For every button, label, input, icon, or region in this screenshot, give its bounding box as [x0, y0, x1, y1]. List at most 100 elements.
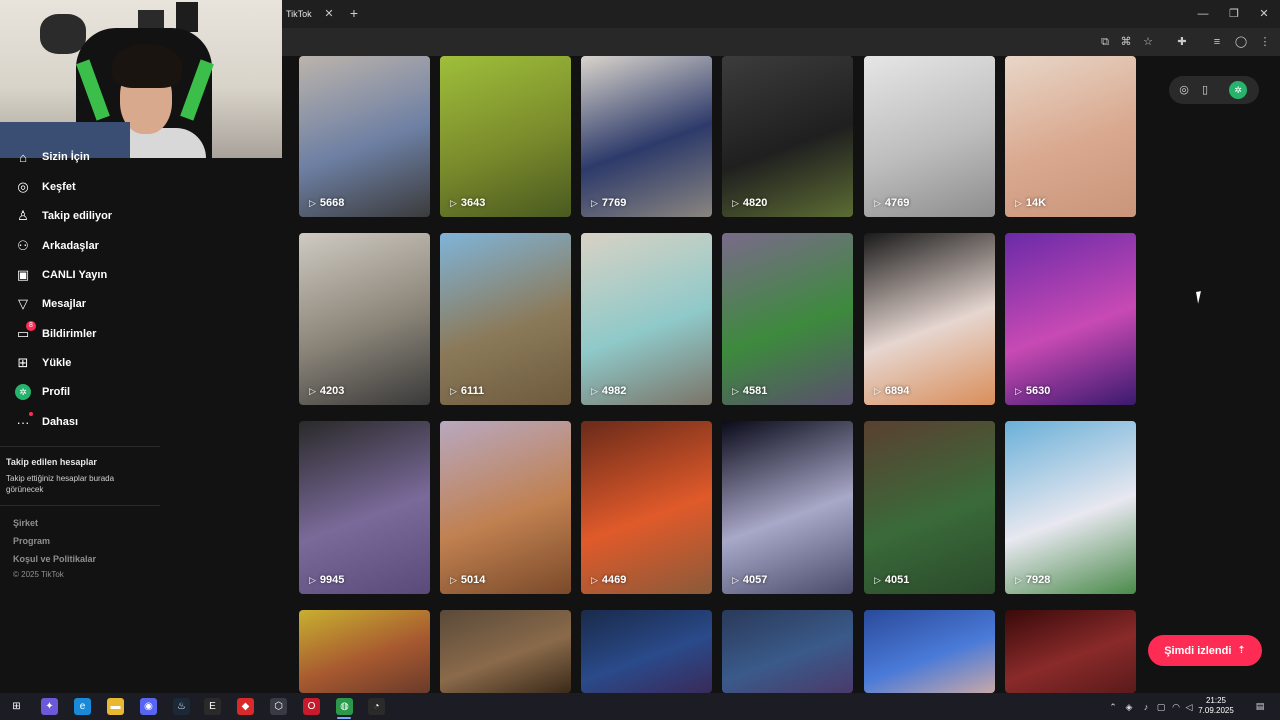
video-thumbnail[interactable]: ▷ 6894 — [864, 233, 995, 405]
sidebar-item[interactable]: ⌂ Sizin İçin — [12, 146, 172, 168]
view-count: ▷ 7769 — [591, 197, 626, 209]
video-thumbnail[interactable]: ▷ 4469 — [581, 421, 712, 594]
now-watched-button[interactable]: Şimdi izlendi ⇡ — [1148, 635, 1262, 666]
restore-icon[interactable]: ❐ — [1226, 6, 1242, 22]
sidebar-item[interactable]: ▣ CANLI Yayın — [12, 264, 172, 286]
sidebar-item[interactable]: ◎ Keşfet — [12, 176, 172, 198]
footer-link-terms[interactable]: Koşul ve Politikalar — [13, 554, 96, 564]
video-thumbnail[interactable]: ▷ 4769 — [864, 56, 995, 217]
sidebar-item[interactable]: ✲ Profil — [12, 381, 172, 403]
following-accounts-desc: Takip ettiğiniz hesaplar burada görünece… — [6, 474, 115, 494]
notifications-icon[interactable]: ▤ — [1254, 700, 1266, 712]
view-count-value: 6894 — [884, 385, 910, 397]
video-thumbnail[interactable]: ▷ 9945 — [299, 421, 430, 594]
tray-chevron-icon[interactable]: ⌃ — [1107, 701, 1119, 713]
sidebar-item[interactable]: ⚇ Arkadaşlar — [12, 235, 172, 257]
view-count-value: 14K — [1025, 197, 1047, 209]
wifi-icon[interactable]: ◠ — [1170, 701, 1182, 713]
play-icon: ▷ — [874, 574, 881, 585]
browser-menu-icon[interactable]: ⋮ — [1257, 34, 1273, 50]
translate-icon[interactable]: ⌘ — [1118, 34, 1134, 50]
footer-link-company[interactable]: Şirket — [13, 518, 38, 528]
video-thumbnail[interactable]: ▷ 7769 — [581, 56, 712, 217]
close-tab-icon[interactable]: ✕ — [322, 7, 336, 21]
red-app-icon[interactable]: ◆ — [237, 698, 254, 715]
opera-icon[interactable]: O — [303, 698, 320, 715]
video-thumbnail[interactable]: ▷ 6111 — [440, 233, 571, 405]
view-count: ▷ 5014 — [450, 574, 485, 586]
view-count-value: 5630 — [1025, 385, 1051, 397]
play-icon: ▷ — [1015, 385, 1022, 396]
view-count-value: 7928 — [1025, 574, 1051, 586]
view-count: ▷ 14K — [1015, 197, 1046, 209]
video-thumbnail[interactable]: ▷ 4982 — [581, 233, 712, 405]
view-count: ▷ 4469 — [591, 574, 626, 586]
microphone-icon[interactable]: ♪ — [1140, 701, 1152, 713]
video-thumbnail[interactable]: ▷ 5668 — [299, 56, 430, 217]
edge-icon[interactable]: e — [74, 698, 91, 715]
device-icon[interactable]: ▯ — [1197, 82, 1213, 98]
play-icon: ▷ — [309, 197, 316, 208]
start-menu-icon[interactable]: ⊞ — [8, 698, 25, 715]
sidebar-item[interactable]: ▽ Mesajlar — [12, 293, 172, 315]
steam-icon[interactable]: ♨ — [173, 698, 190, 715]
footer-link-program[interactable]: Program — [13, 536, 50, 546]
video-thumbnail[interactable] — [1005, 610, 1136, 693]
sidebar-item-label: Profil — [42, 386, 71, 398]
profile-icon[interactable]: ◯ — [1233, 34, 1249, 50]
view-count: ▷ 4769 — [874, 197, 909, 209]
sidebar-item-label: Dahası — [42, 416, 79, 428]
video-thumbnail[interactable]: ▷ 3643 — [440, 56, 571, 217]
clock-date: 7.09.2025 — [1198, 706, 1234, 715]
view-count: ▷ 4581 — [732, 385, 767, 397]
sidebar-item[interactable]: ▭ 8 Bildirimler — [12, 321, 172, 345]
video-thumbnail[interactable] — [581, 610, 712, 693]
now-watched-label: Şimdi izlendi — [1164, 644, 1232, 657]
media-controls-icon[interactable]: ≡ — [1209, 34, 1225, 50]
video-thumbnail[interactable] — [722, 610, 853, 693]
play-icon: ▷ — [309, 385, 316, 396]
compass-small-icon[interactable]: ◎ — [1176, 82, 1192, 98]
chrome-icon[interactable]: ◍ — [336, 698, 353, 715]
video-thumbnail[interactable] — [864, 610, 995, 693]
tray-app-icon[interactable]: ◈ — [1123, 701, 1135, 713]
send-icon: ▽ — [18, 296, 28, 311]
video-thumbnail[interactable] — [440, 610, 571, 693]
file-explorer-icon[interactable]: ▬ — [107, 698, 124, 715]
following-accounts-title: Takip edilen hesaplar — [6, 457, 97, 467]
cube-app-icon[interactable]: ⬡ — [270, 698, 287, 715]
play-icon: ▷ — [591, 574, 598, 585]
epic-games-icon[interactable]: E — [204, 698, 221, 715]
taskbar-clock[interactable]: 21:25 7.09.2025 — [1196, 696, 1236, 716]
extensions-icon[interactable]: ✚ — [1174, 34, 1190, 50]
view-count: ▷ 4203 — [309, 385, 344, 397]
profile-avatar-icon[interactable]: ✲ — [1229, 81, 1247, 99]
video-thumbnail[interactable]: ▷ 7928 — [1005, 421, 1136, 594]
new-tab-icon[interactable]: + — [346, 5, 362, 21]
bookmark-star-icon[interactable]: ☆ — [1140, 34, 1156, 50]
sidebar-item[interactable]: ⊞ Yükle — [12, 352, 172, 374]
minimize-icon[interactable]: — — [1195, 6, 1211, 22]
video-thumbnail[interactable]: ▷ 4820 — [722, 56, 853, 217]
video-thumbnail[interactable]: ▷ 5630 — [1005, 233, 1136, 405]
recorder-icon[interactable]: ◔ — [368, 698, 385, 715]
video-thumbnail[interactable]: ▷ 5014 — [440, 421, 571, 594]
discord-icon[interactable]: ◉ — [140, 698, 157, 715]
video-thumbnail[interactable] — [299, 610, 430, 693]
view-count-value: 4469 — [601, 574, 627, 586]
close-window-icon[interactable]: ✕ — [1256, 6, 1272, 22]
video-thumbnail[interactable]: ▷ 4057 — [722, 421, 853, 594]
view-count: ▷ 5630 — [1015, 385, 1050, 397]
volume-icon[interactable]: ◁ — [1183, 701, 1195, 713]
active-app-indicator — [337, 717, 351, 719]
video-thumbnail[interactable]: ▷ 4051 — [864, 421, 995, 594]
video-thumbnail[interactable]: ▷ 14K — [1005, 56, 1136, 217]
install-app-icon[interactable]: ⧉ — [1097, 34, 1113, 50]
sidebar-item[interactable]: ··· Dahası — [12, 411, 172, 433]
video-thumbnail[interactable]: ▷ 4581 — [722, 233, 853, 405]
video-thumbnail[interactable]: ▷ 4203 — [299, 233, 430, 405]
sidebar-item[interactable]: ♙ Takip ediliyor — [12, 205, 172, 227]
tray-window-icon[interactable]: ▢ — [1155, 701, 1167, 713]
copilot-icon[interactable]: ✦ — [41, 698, 58, 715]
view-count-value: 4581 — [742, 385, 768, 397]
